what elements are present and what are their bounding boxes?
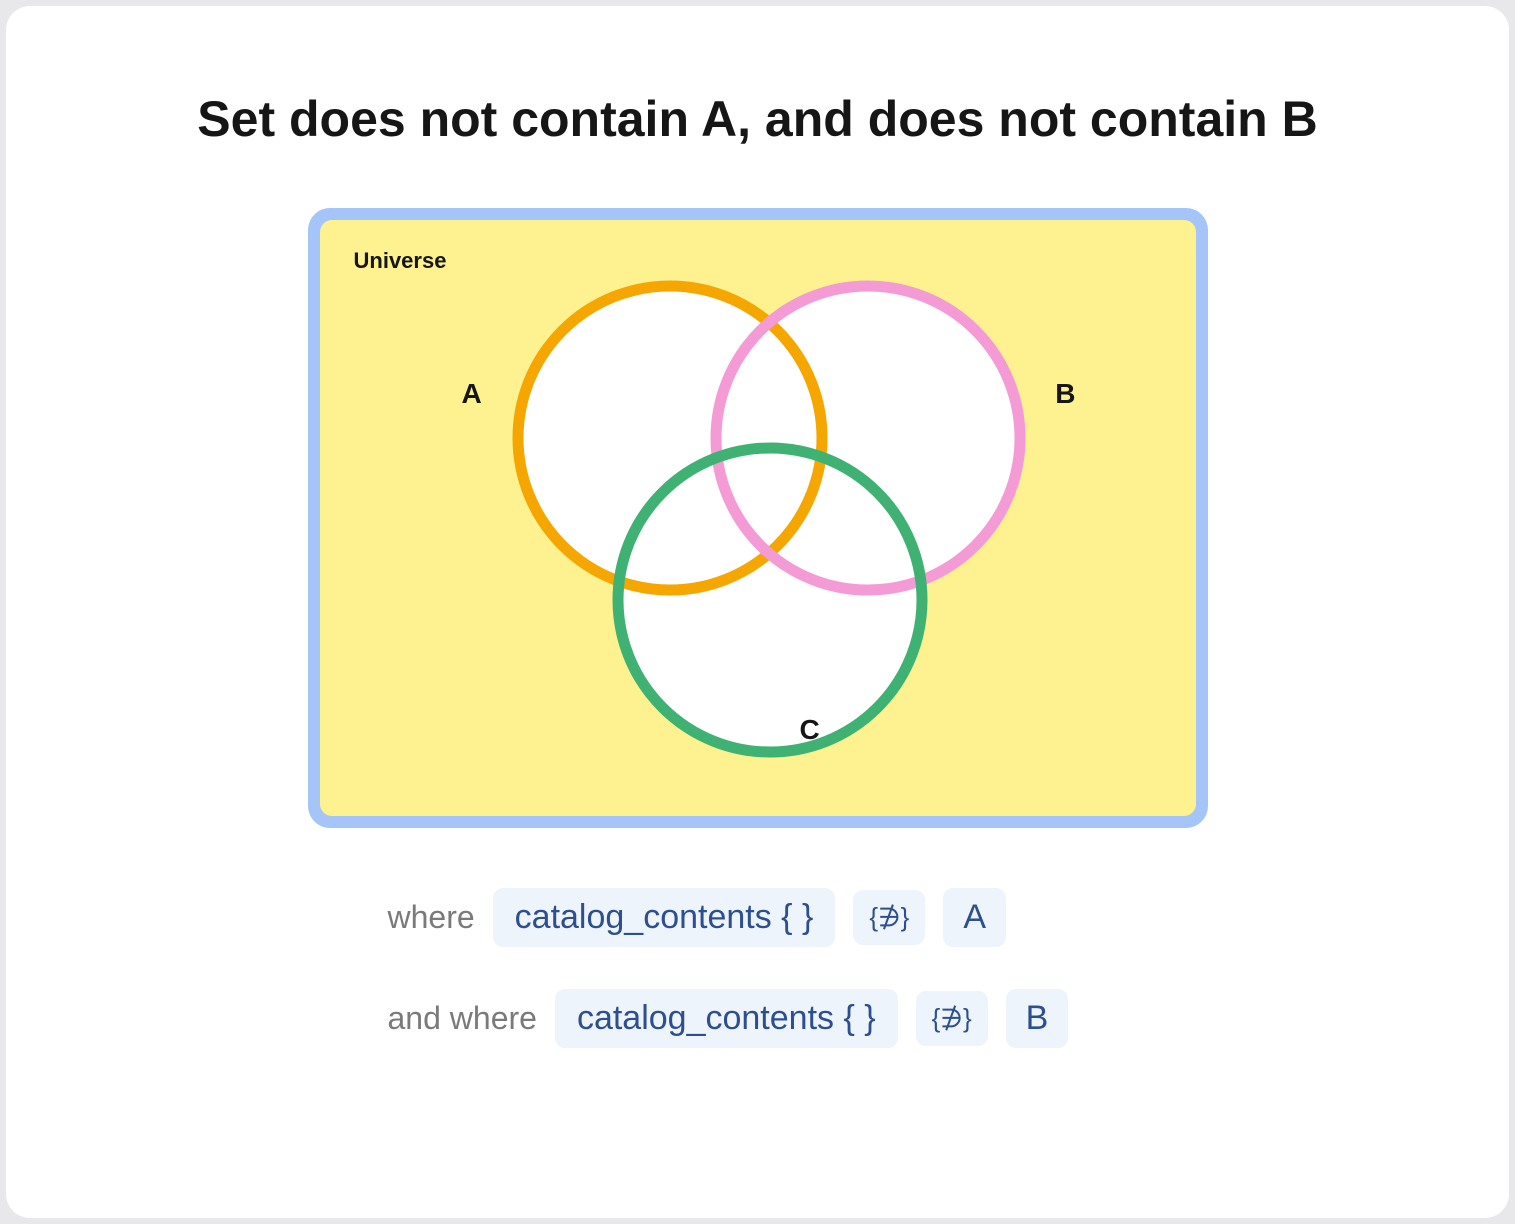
value-chip[interactable]: B — [1006, 989, 1069, 1048]
query-row: where catalog_contents { } {∌} A — [378, 888, 1138, 947]
query-rows: where catalog_contents { } {∌} A and whe… — [378, 888, 1138, 1048]
row-lead: and where — [388, 1000, 537, 1037]
value-chip[interactable]: A — [943, 888, 1006, 947]
operator-chip[interactable]: {∌} — [916, 991, 988, 1046]
venn-diagram — [320, 220, 1196, 816]
row-lead: where — [388, 899, 475, 936]
card: Set does not contain A, and does not con… — [6, 6, 1509, 1218]
set-label-b: B — [1055, 378, 1075, 410]
venn-frame: Universe A B C — [308, 208, 1208, 828]
diagram-title: Set does not contain A, and does not con… — [106, 90, 1409, 148]
field-chip[interactable]: catalog_contents { } — [555, 989, 898, 1048]
set-label-c: C — [800, 714, 820, 746]
operator-chip[interactable]: {∌} — [853, 890, 925, 945]
query-row: and where catalog_contents { } {∌} B — [378, 989, 1138, 1048]
venn-canvas: Universe A B C — [320, 220, 1196, 816]
set-label-a: A — [462, 378, 482, 410]
field-chip[interactable]: catalog_contents { } — [493, 888, 836, 947]
